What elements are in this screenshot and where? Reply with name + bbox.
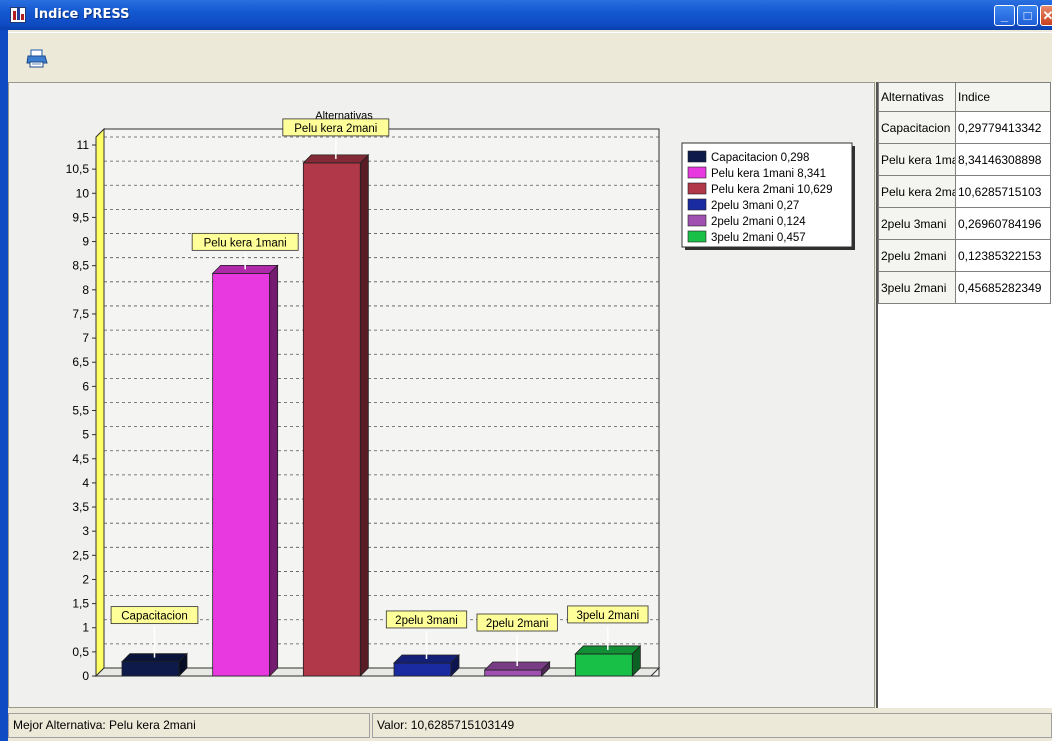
cell-alternative[interactable]: 2pelu 2mani <box>878 239 956 272</box>
results-table: Alternativas Indice Capacitacion 0,297794… <box>878 82 1051 304</box>
app-chart-icon <box>10 7 26 23</box>
value-status: Valor: 10,6285715103149 <box>372 713 1052 738</box>
plot-side-wall <box>95 127 105 678</box>
legend-label: Capacitacion 0,298 <box>711 152 809 164</box>
table-row[interactable]: Pelu kera 1mani8,34146308898 <box>878 143 1051 176</box>
y-tick-label: 7 <box>82 331 89 345</box>
cell-index[interactable]: 10,6285715103 <box>955 175 1051 208</box>
cell-index[interactable]: 0,29779413342 <box>955 111 1051 144</box>
bar-front <box>393 662 452 677</box>
cell-index[interactable]: 0,26960784196 <box>955 207 1051 240</box>
data-label-text: Capacitacion <box>121 611 187 623</box>
table-row[interactable]: 2pelu 2mani 0,12385322153 <box>878 239 1051 272</box>
title-bar: Indice PRESS _ □ ✕ <box>0 0 1052 30</box>
legend-swatch <box>687 166 707 179</box>
minimize-button[interactable]: _ <box>994 5 1015 26</box>
y-tick-label: 5,5 <box>72 404 89 418</box>
y-tick-label: 4 <box>82 476 89 490</box>
cell-alternative[interactable]: Pelu kera 2mani <box>878 175 956 208</box>
y-tick-label: 8,5 <box>72 259 89 273</box>
y-tick-label: 6,5 <box>72 355 89 369</box>
bar-front <box>484 669 543 677</box>
table-row[interactable]: 3pelu 2mani 0,45685282349 <box>878 271 1051 304</box>
y-tick-label: 8 <box>82 283 89 297</box>
best-alternative-status: Mejor Alternativa: Pelu kera 2mani <box>8 713 370 738</box>
y-tick-label: 9,5 <box>72 210 89 224</box>
y-tick-label: 3 <box>82 524 89 538</box>
legend-label: 2pelu 2mani 0,124 <box>711 216 806 228</box>
y-tick-label: 0,5 <box>72 645 89 659</box>
close-button[interactable]: ✕ <box>1040 5 1052 26</box>
legend-swatch <box>687 198 707 211</box>
cell-index[interactable]: 0,45685282349 <box>955 271 1051 304</box>
table-row[interactable]: Capacitacion 0,29779413342 <box>878 111 1051 144</box>
bar-front <box>212 272 271 677</box>
print-button[interactable] <box>26 49 48 69</box>
data-label-text: 3pelu 2mani <box>577 610 640 622</box>
status-bar: Mejor Alternativa: Pelu kera 2mani Valor… <box>8 710 1052 741</box>
legend-swatch <box>687 230 707 243</box>
chart-panel: 0 0,5 1 1,5 2 2,5 3 3,5 4 4,5 5 5,5 6 6,5 7 7,5 8 8,5 9 9,5… <box>8 82 875 708</box>
y-tick-label: 9 <box>82 235 89 249</box>
legend: Capacitacion 0,298 Pelu kera 1mani 8,341 P… <box>681 142 855 250</box>
cell-index[interactable]: 0,12385322153 <box>955 239 1051 272</box>
legend-label: 3pelu 2mani 0,457 <box>711 232 806 244</box>
bar-front <box>574 653 633 677</box>
cell-alternative[interactable]: Pelu kera 1mani <box>878 143 956 176</box>
bar <box>211 264 279 677</box>
legend-label: Pelu kera 1mani 8,341 <box>711 168 826 180</box>
window-title: Indice PRESS <box>34 7 130 22</box>
column-header-indice[interactable]: Indice <box>955 82 1051 112</box>
y-tick-label: 7,5 <box>72 307 89 321</box>
legend-label: Pelu kera 2mani 10,629 <box>711 184 832 196</box>
y-tick-label: 1,5 <box>72 597 89 611</box>
column-header-alternativas[interactable]: Alternativas <box>878 82 956 112</box>
y-tick-label: 4,5 <box>72 452 89 466</box>
y-tick-label: 2 <box>82 572 89 586</box>
bar <box>302 153 370 677</box>
legend-label: 2pelu 3mani 0,27 <box>711 200 799 212</box>
data-label-text: 2pelu 2mani <box>486 618 549 630</box>
y-tick-label: 6 <box>82 379 89 393</box>
table-row[interactable]: Pelu kera 2mani10,6285715103 <box>878 175 1051 208</box>
bar-side <box>269 264 279 677</box>
bar-side <box>359 153 369 677</box>
bar-front <box>302 162 361 677</box>
y-tick-label: 1 <box>82 621 89 635</box>
bar-front <box>121 661 180 677</box>
toolbar <box>8 32 1052 81</box>
results-table-panel: Alternativas Indice Capacitacion 0,297794… <box>876 82 1052 708</box>
cell-index[interactable]: 8,34146308898 <box>955 143 1051 176</box>
cell-alternative[interactable]: Capacitacion <box>878 111 956 144</box>
bar <box>574 644 642 677</box>
y-tick-label: 11 <box>77 138 90 152</box>
cell-alternative[interactable]: 3pelu 2mani <box>878 271 956 304</box>
legend-swatch <box>687 214 707 227</box>
table-row[interactable]: 2pelu 3mani 0,26960784196 <box>878 207 1051 240</box>
y-tick-label: 10 <box>76 186 90 200</box>
y-tick-label: 10,5 <box>66 162 90 176</box>
window-border <box>0 30 8 741</box>
table-header-row: Alternativas Indice <box>878 82 1051 112</box>
y-tick-label: 2,5 <box>72 548 89 562</box>
maximize-button[interactable]: □ <box>1017 5 1038 26</box>
printer-icon <box>26 49 48 68</box>
legend-swatch <box>687 182 707 195</box>
bar-chart: 0 0,5 1 1,5 2 2,5 3 3,5 4 4,5 5 5,5 6 6,5 7 7,5 8 8,5 9 9,5… <box>66 110 855 683</box>
data-label-text: Pelu kera 2mani <box>294 123 377 135</box>
legend-swatch <box>687 150 707 163</box>
y-tick-label: 5 <box>82 428 89 442</box>
data-label-text: 2pelu 3mani <box>395 615 458 627</box>
y-tick-label: 3,5 <box>72 500 89 514</box>
cell-alternative[interactable]: 2pelu 3mani <box>878 207 956 240</box>
data-label-text: Pelu kera 1mani <box>204 237 287 249</box>
y-tick-label: 0 <box>82 669 89 683</box>
